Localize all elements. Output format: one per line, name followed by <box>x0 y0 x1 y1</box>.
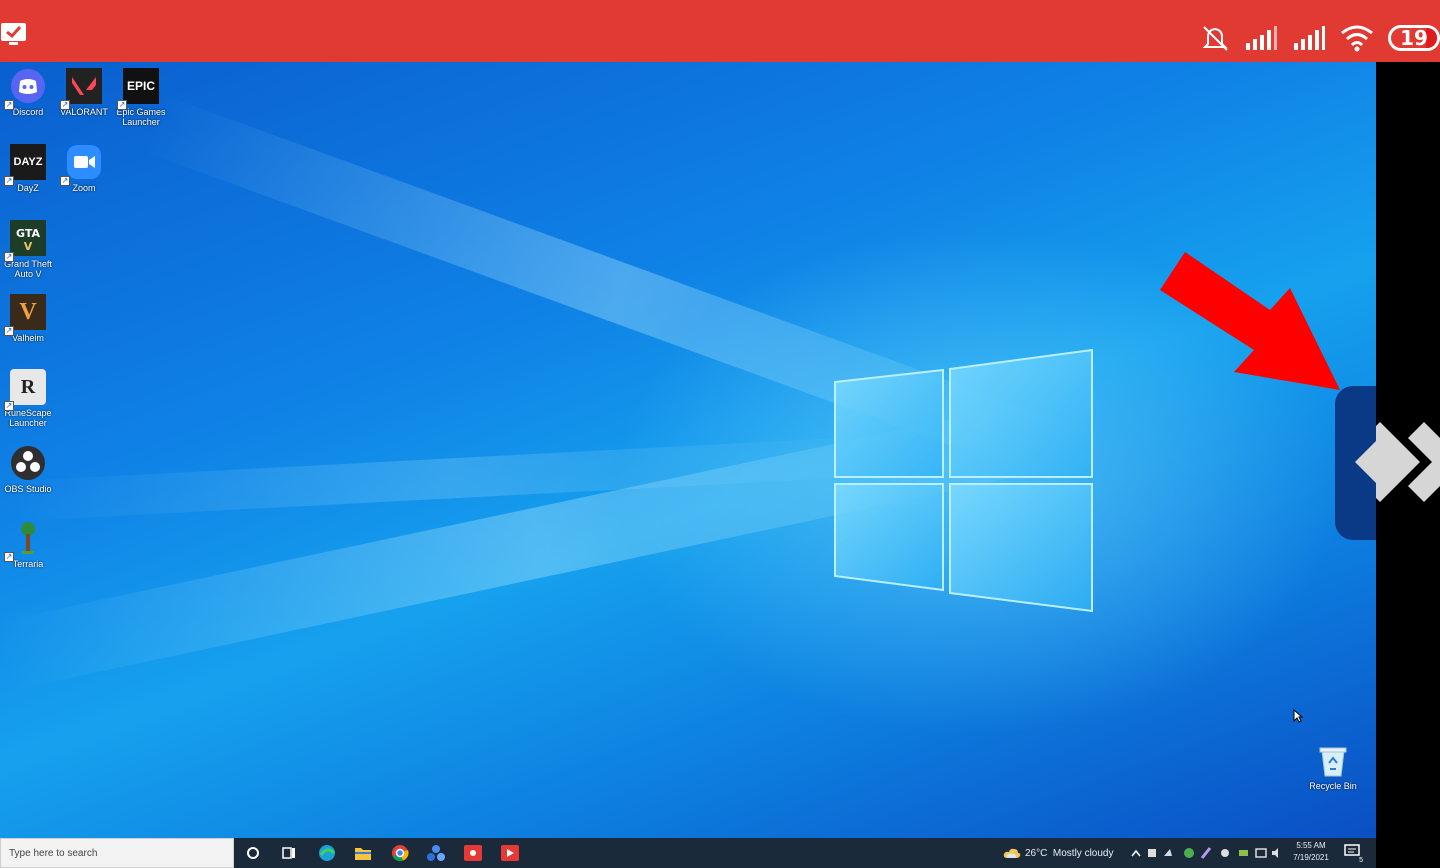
battery-indicator: 19 <box>1388 25 1440 51</box>
battery-level: 19 <box>1400 26 1428 50</box>
valheim-icon: V <box>19 298 37 325</box>
mouse-cursor-icon <box>1293 709 1303 723</box>
shortcut-arrow-icon: ↗ <box>4 401 14 411</box>
desktop-icon-label: Epic Games Launcher <box>116 107 166 127</box>
clock-date: 7/19/2021 <box>1293 853 1329 862</box>
desktop-icon-recycle-bin[interactable]: Recycle Bin <box>1306 745 1360 791</box>
desktop-icon-label: Terraria <box>12 559 44 569</box>
valorant-icon <box>66 68 102 104</box>
letterbox-black <box>1376 62 1440 868</box>
desktop-icon-label: Zoom <box>72 183 96 193</box>
dayz-icon: DAYZ <box>13 156 43 168</box>
diamond-icon <box>1355 441 1376 483</box>
shortcut-arrow-icon: ↗ <box>4 252 14 262</box>
recorder-icon[interactable] <box>463 843 483 863</box>
desktop-icon-valheim[interactable]: V ↗ Valheim <box>0 294 56 343</box>
shortcut-arrow-icon: ↗ <box>60 100 70 110</box>
chevron-up-icon[interactable] <box>1131 849 1141 857</box>
zoom-icon <box>67 145 101 179</box>
app-icon[interactable] <box>426 843 446 863</box>
desktop-icon-label: Recycle Bin <box>1309 781 1357 791</box>
desktop-icon-label: OBS Studio <box>4 484 52 494</box>
epic-games-icon: EPIC <box>126 79 155 93</box>
desktop-icon-runescape[interactable]: R ↗ RuneScape Launcher <box>0 369 56 428</box>
notification-icon <box>1344 844 1360 856</box>
side-panel-toggle[interactable] <box>1335 386 1376 540</box>
cloud-icon <box>1003 848 1021 858</box>
diamond-icon <box>1376 422 1440 502</box>
shortcut-arrow-icon: ↗ <box>4 100 14 110</box>
edge-icon[interactable] <box>317 843 337 863</box>
terraria-icon <box>21 522 35 554</box>
notifications-button[interactable]: 5 <box>1344 844 1363 864</box>
cell-signal-icon <box>1246 26 1277 50</box>
runescape-icon: R <box>20 375 36 398</box>
svg-text:GTA: GTA <box>16 227 40 240</box>
android-status-bar: 19 <box>0 0 1440 62</box>
desktop-icon-dayz[interactable]: DAYZ ↗ DayZ <box>0 144 56 193</box>
desktop-icon-obs[interactable]: OBS Studio <box>0 445 56 494</box>
windows-desktop[interactable]: ↗ Discord ↗ VALORANT EPIC ↗ Epic Games La… <box>0 62 1376 838</box>
task-view-icon[interactable] <box>279 843 299 863</box>
desktop-icon-epic-games[interactable]: EPIC ↗ Epic Games Launcher <box>113 68 169 127</box>
red-arrow-icon <box>1160 252 1340 390</box>
desktop-icon-label: Grand Theft Auto V <box>4 259 52 279</box>
desktop-icon-label: Valheim <box>12 333 44 343</box>
tray-icons[interactable] <box>1146 846 1286 860</box>
chrome-icon[interactable] <box>390 843 410 863</box>
shortcut-arrow-icon: ↗ <box>117 100 127 110</box>
taskbar-search-box[interactable]: Type here to search <box>0 838 234 868</box>
shortcut-arrow-icon: ↗ <box>4 552 14 562</box>
shortcut-arrow-icon: ↗ <box>4 176 14 186</box>
wifi-icon <box>1341 25 1373 52</box>
red-check-icon <box>1 23 26 45</box>
desktop-icon-label: Discord <box>12 107 44 117</box>
discord-icon <box>11 69 45 103</box>
svg-text:V: V <box>24 240 33 253</box>
cortana-icon[interactable] <box>243 843 263 863</box>
windows-taskbar: Type here to search 26°C Mostly cloudy 5… <box>0 838 1376 868</box>
search-placeholder: Type here to search <box>9 847 98 859</box>
obs-icon <box>11 446 45 480</box>
desktop-icon-label: DayZ <box>17 183 39 193</box>
taskbar-clock[interactable]: 5:55 AM 7/19/2021 <box>1288 840 1334 864</box>
desktop-icon-zoom[interactable]: ↗ Zoom <box>56 144 112 193</box>
shortcut-arrow-icon: ↗ <box>60 176 70 186</box>
gta-icon: GTAV <box>10 220 46 256</box>
weather-text[interactable]: 26°C Mostly cloudy <box>1025 838 1113 868</box>
desktop-icon-label: RuneScape Launcher <box>4 408 52 428</box>
windows-logo <box>834 348 1093 613</box>
clock-time: 5:55 AM <box>1296 841 1326 850</box>
recycle-bin-icon <box>1319 747 1347 777</box>
desktop-icon-terraria[interactable]: ↗ Terraria <box>0 520 56 569</box>
desktop-icon-gta[interactable]: GTA V ↗ Grand Theft Auto V <box>0 220 56 279</box>
shortcut-arrow-icon: ↗ <box>4 326 14 336</box>
desktop-icon-discord[interactable]: ↗ Discord <box>0 68 56 117</box>
file-explorer-icon[interactable] <box>353 843 373 863</box>
recorder-icon[interactable] <box>500 843 520 863</box>
bell-muted-icon <box>1202 26 1228 51</box>
notification-count: 5 <box>1359 857 1363 864</box>
desktop-icon-valorant[interactable]: ↗ VALORANT <box>56 68 112 117</box>
cell-signal-icon <box>1294 26 1325 50</box>
